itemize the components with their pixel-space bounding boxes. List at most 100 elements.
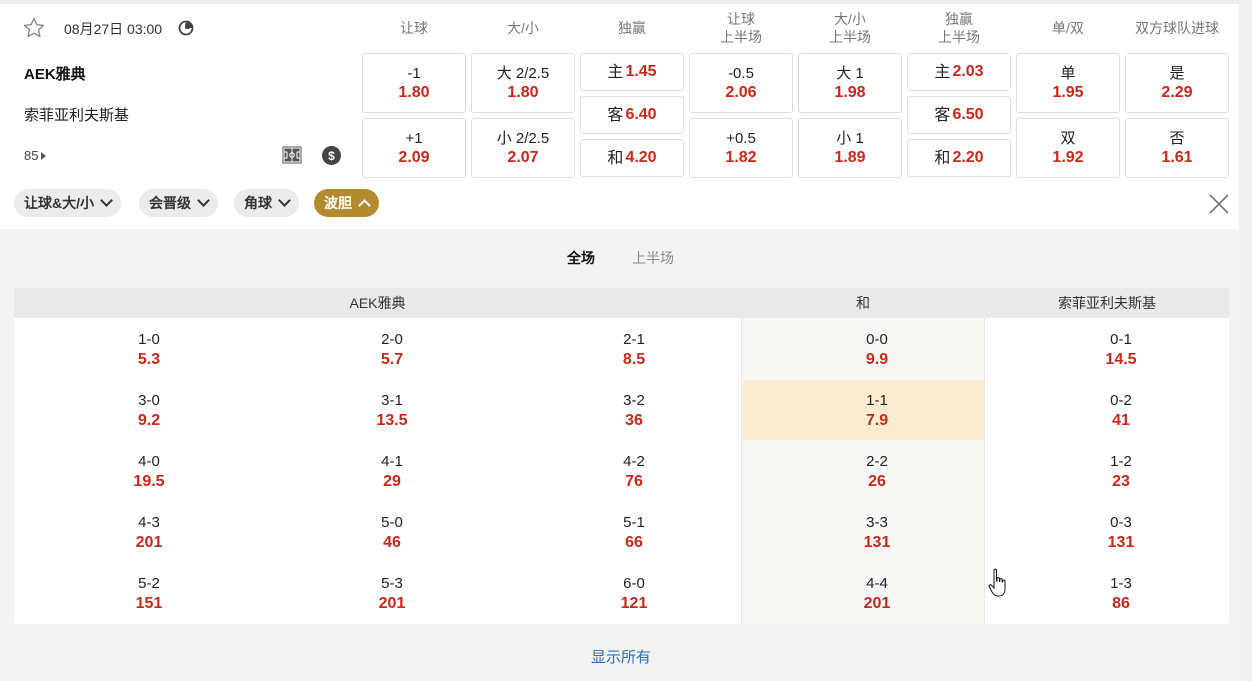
- cash-out-icon[interactable]: $: [322, 146, 341, 165]
- score-cell-away[interactable]: 1-2 23: [1061, 452, 1181, 492]
- score-cell-home[interactable]: 5-2 151: [89, 574, 209, 614]
- odds-button-moneyline-1h-away[interactable]: 客 6.50: [907, 96, 1011, 134]
- odds-button-handicap-1h-home[interactable]: -0.5 2.06: [689, 53, 793, 113]
- score-cell-home[interactable]: 1-0 5.3: [89, 330, 209, 370]
- col-header-handicap-1h: 让球 上半场: [720, 11, 762, 45]
- market-tab-handicap-ou[interactable]: 让球&大/小: [14, 189, 121, 217]
- score-label: 2-0: [381, 331, 403, 348]
- market-tab-correct-score[interactable]: 波胆: [314, 189, 379, 217]
- odds-button-moneyline-draw[interactable]: 和 4.20: [580, 139, 684, 177]
- minute-value: 85: [24, 148, 39, 163]
- odds-value: 2.07: [507, 149, 539, 166]
- score-cell-draw[interactable]: 3-3 131: [817, 513, 937, 553]
- odds-value: 2.09: [398, 149, 430, 166]
- score-cell-home[interactable]: 4-3 201: [89, 513, 209, 553]
- score-cell-home[interactable]: 5-0 46: [332, 513, 452, 553]
- match-datetime: 08月27日 03:00: [64, 21, 163, 37]
- odds-label: 和: [934, 149, 951, 167]
- odds-button-both-score-yes[interactable]: 是 2.29: [1125, 53, 1229, 113]
- odds-label: 大 2/2.5: [496, 65, 550, 82]
- score-cell-home[interactable]: 4-1 29: [332, 452, 452, 492]
- score-cell-home[interactable]: 4-2 76: [574, 452, 694, 492]
- chevron-down-icon: [100, 194, 113, 207]
- odds-button-moneyline-1h-home[interactable]: 主 2.03: [907, 53, 1011, 91]
- odds-label: 否: [1169, 130, 1185, 147]
- tab-full-time[interactable]: 全场: [567, 248, 595, 268]
- col-header-both-score: 双方球队进球: [1135, 20, 1219, 36]
- score-cell-away[interactable]: 0-3 131: [1061, 513, 1181, 553]
- score-cell-away[interactable]: 0-2 41: [1061, 391, 1181, 431]
- odds-label: 大 1: [836, 65, 864, 82]
- score-label: 4-1: [381, 453, 403, 470]
- odds-button-handicap-home[interactable]: -1 1.80: [362, 53, 466, 113]
- odds-button-both-score-no[interactable]: 否 1.61: [1125, 118, 1229, 178]
- tab-first-half[interactable]: 上半场: [632, 248, 674, 268]
- odds-button-under-1h[interactable]: 小 1 1.89: [798, 118, 902, 178]
- score-odds: 23: [1112, 473, 1130, 490]
- score-cell-away[interactable]: 0-1 14.5: [1061, 330, 1181, 370]
- score-label: 0-2: [1110, 392, 1132, 409]
- odds-button-moneyline-home[interactable]: 主 1.45: [580, 53, 684, 91]
- score-odds: 76: [625, 473, 643, 490]
- odds-button-even[interactable]: 双 1.92: [1016, 118, 1120, 178]
- odds-button-under[interactable]: 小 2/2.5 2.07: [471, 118, 575, 178]
- score-odds: 26: [868, 473, 886, 490]
- odds-button-handicap-away[interactable]: +1 2.09: [362, 118, 466, 178]
- score-odds: 201: [863, 595, 891, 612]
- odds-button-handicap-1h-away[interactable]: +0.5 1.82: [689, 118, 793, 178]
- odds-label: 客: [934, 106, 951, 124]
- score-cell-draw[interactable]: 1-1 7.9: [817, 391, 937, 431]
- col-header-odd-even: 单/双: [1052, 20, 1084, 36]
- score-odds: 7.9: [865, 412, 889, 429]
- score-odds: 151: [135, 595, 163, 612]
- scrollbar-track[interactable]: [1239, 0, 1252, 681]
- chevron-down-icon: [197, 194, 210, 207]
- score-cell-home[interactable]: 2-0 5.7: [332, 330, 452, 370]
- score-odds: 19.5: [133, 473, 165, 490]
- odds-value: 2.20: [952, 149, 984, 166]
- market-tab-to-qualify[interactable]: 会晋级: [139, 189, 218, 217]
- hand-cursor-icon: [988, 568, 1006, 597]
- odds-label: 和: [607, 149, 624, 167]
- score-label: 5-0: [381, 514, 403, 531]
- score-odds: 131: [1107, 534, 1135, 551]
- pitch-view-icon[interactable]: [282, 146, 302, 164]
- score-label: 3-2: [623, 392, 645, 409]
- odds-button-odd[interactable]: 单 1.95: [1016, 53, 1120, 113]
- score-label: 1-2: [1110, 453, 1132, 470]
- score-label: 1-0: [138, 331, 160, 348]
- market-tab-label: 角球: [244, 195, 272, 211]
- odds-button-over[interactable]: 大 2/2.5 1.80: [471, 53, 575, 113]
- odds-value: 1.80: [398, 84, 430, 101]
- score-cell-home[interactable]: 4-0 19.5: [89, 452, 209, 492]
- score-label: 4-3: [138, 514, 160, 531]
- score-label: 1-3: [1110, 575, 1132, 592]
- odds-button-moneyline-1h-draw[interactable]: 和 2.20: [907, 139, 1011, 177]
- score-cell-away[interactable]: 1-3 86: [1061, 574, 1181, 614]
- home-wins-header: AEK雅典: [14, 288, 741, 318]
- score-cell-home[interactable]: 3-2 36: [574, 391, 694, 431]
- favorite-star-icon[interactable]: [22, 16, 46, 40]
- score-cell-draw[interactable]: 0-0 9.9: [817, 330, 937, 370]
- odds-button-moneyline-away[interactable]: 客 6.40: [580, 96, 684, 134]
- odds-label: -1: [407, 65, 421, 82]
- market-tab-corners[interactable]: 角球: [234, 189, 299, 217]
- score-cell-home[interactable]: 3-1 13.5: [332, 391, 452, 431]
- correct-score-table: AEK雅典 和 索菲亚利夫斯基 1-0 5.3 2-0 5.7 2-1 8.5 0-0 9.9…: [14, 288, 1229, 624]
- score-cell-home[interactable]: 3-0 9.2: [89, 391, 209, 431]
- close-icon[interactable]: [1207, 192, 1231, 216]
- score-cell-home[interactable]: 5-1 66: [574, 513, 694, 553]
- odds-value: 1.82: [725, 149, 757, 166]
- score-cell-home[interactable]: 2-1 8.5: [574, 330, 694, 370]
- match-minute[interactable]: 85: [24, 148, 47, 163]
- score-cell-draw[interactable]: 4-4 201: [817, 574, 937, 614]
- odds-label: 小 2/2.5: [496, 130, 550, 147]
- match-page: 08月27日 03:00 AEK雅典 索菲亚利夫斯基 85 $ 让球 大/小 独…: [0, 0, 1252, 681]
- show-all-link[interactable]: 显示所有: [560, 646, 682, 667]
- odds-value: 4.20: [625, 149, 657, 166]
- score-cell-home[interactable]: 5-3 201: [332, 574, 452, 614]
- odds-button-over-1h[interactable]: 大 1 1.98: [798, 53, 902, 113]
- score-cell-draw[interactable]: 2-2 26: [817, 452, 937, 492]
- score-odds: 14.5: [1105, 351, 1137, 368]
- score-cell-home[interactable]: 6-0 121: [574, 574, 694, 614]
